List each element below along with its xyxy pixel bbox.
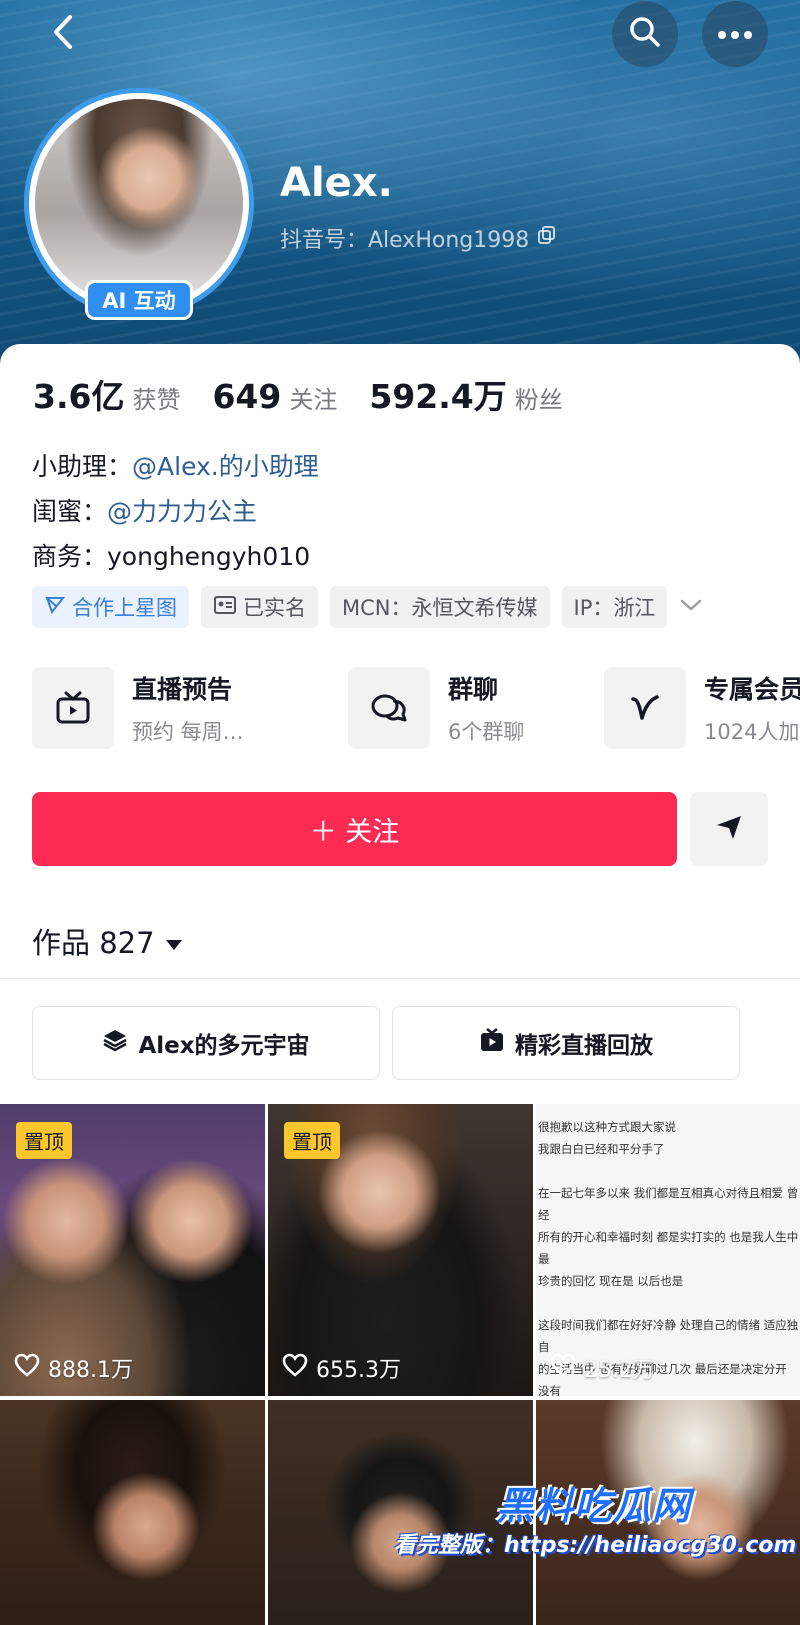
avatar-image <box>35 99 243 307</box>
chevron-left-icon <box>48 13 78 55</box>
douyin-id[interactable]: 抖音号：AlexHong1998 <box>280 222 557 254</box>
group-chat-subtitle: 6个群聊 <box>448 720 525 744</box>
share-button[interactable] <box>690 792 768 866</box>
send-arrow-icon <box>714 813 744 845</box>
pinned-badge: 置顶 <box>16 1122 72 1159</box>
id-card-icon <box>213 595 237 620</box>
video-tile[interactable]: 置顶 655.3万 <box>268 1104 533 1396</box>
stats-row: 3.6亿 获赞 649 关注 592.4万 粉丝 <box>33 370 595 418</box>
followers-count[interactable]: 592.4万 <box>369 370 506 418</box>
followers-label[interactable]: 粉丝 <box>515 380 563 415</box>
pinned-badge: 置顶 <box>284 1122 340 1159</box>
back-button[interactable] <box>30 1 96 67</box>
douyin-id-text: 抖音号：AlexHong1998 <box>280 228 530 253</box>
more-button[interactable] <box>702 1 768 67</box>
membership-feature[interactable]: 专属会员 1024人加入 <box>604 667 800 749</box>
copy-icon[interactable] <box>537 225 557 251</box>
tab-works[interactable]: 作品 827 <box>32 920 183 962</box>
following-count[interactable]: 649 <box>212 377 281 416</box>
tag-row: 合作上星图 已实名 MCN：永恒文希传媒 IP：浙江 <box>32 586 703 628</box>
business-value: yonghengyh010 <box>107 542 311 571</box>
collection-live-replay[interactable]: 精彩直播回放 <box>392 1006 740 1080</box>
chevron-down-icon[interactable] <box>679 597 703 617</box>
live-preview-feature[interactable]: 直播预告 预约 每周… <box>32 667 244 749</box>
ai-interact-badge[interactable]: AI 互动 <box>85 280 193 320</box>
bio-line-assistant: 小助理：@Alex.的小助理 <box>32 444 319 489</box>
live-replay-icon <box>479 1027 505 1059</box>
star-map-icon <box>44 594 66 621</box>
watermark-url: 看完整版：https://heiliaocg30.com <box>394 1533 797 1558</box>
heart-icon <box>282 1353 308 1383</box>
watermark: 黑料吃瓜网 看完整版：https://heiliaocg30.com <box>394 1475 800 1625</box>
video-tile[interactable]: 置顶 888.1万 <box>0 1104 265 1396</box>
more-dots-icon <box>717 25 753 44</box>
video-likes: 655.3万 <box>282 1352 401 1384</box>
works-label: 作品 827 <box>32 926 155 960</box>
business-label: 商务： <box>32 542 108 571</box>
heart-icon <box>14 1353 40 1383</box>
assistant-label: 小助理： <box>32 452 133 481</box>
live-preview-title: 直播预告 <box>132 675 233 704</box>
caret-down-icon <box>165 924 183 958</box>
heart-icon <box>550 1353 576 1383</box>
mcn-tag[interactable]: MCN：永恒文希传媒 <box>330 586 550 628</box>
search-button[interactable] <box>612 1 678 67</box>
star-map-tag[interactable]: 合作上星图 <box>32 586 189 628</box>
ip-tag: IP：浙江 <box>561 586 668 628</box>
video-likes-count: 655.3万 <box>316 1358 401 1383</box>
verified-label: 已实名 <box>243 596 306 620</box>
following-label[interactable]: 关注 <box>289 380 337 415</box>
bestie-label: 闺蜜： <box>32 497 108 526</box>
membership-v-icon <box>604 667 686 749</box>
divider <box>0 978 800 979</box>
collection-live-replay-label: 精彩直播回放 <box>515 1033 653 1059</box>
bio-line-bestie: 闺蜜：@力力力公主 <box>32 489 319 534</box>
video-tile[interactable] <box>0 1400 265 1625</box>
chat-bubble-icon <box>348 667 430 749</box>
group-chat-title: 群聊 <box>448 675 499 704</box>
bio: 小助理：@Alex.的小助理 闺蜜：@力力力公主 商务：yonghengyh01… <box>32 444 319 579</box>
membership-subtitle: 1024人加入 <box>704 720 800 744</box>
profile-name: Alex. <box>280 160 393 206</box>
collection-multiverse-label: Alex的多元宇宙 <box>138 1033 310 1059</box>
group-chat-feature[interactable]: 群聊 6个群聊 <box>348 667 524 749</box>
video-likes: 25.2万 <box>550 1352 655 1384</box>
star-map-label: 合作上星图 <box>72 596 177 620</box>
collection-multiverse[interactable]: Alex的多元宇宙 <box>32 1006 380 1080</box>
likes-count: 3.6亿 <box>33 377 125 416</box>
tv-icon <box>32 667 114 749</box>
search-icon <box>628 15 662 53</box>
bestie-link[interactable]: @力力力公主 <box>107 497 257 526</box>
video-likes-count: 888.1万 <box>48 1358 133 1383</box>
likes-label: 获赞 <box>132 386 181 414</box>
layers-icon <box>102 1028 128 1058</box>
follow-button[interactable]: ＋ 关注 <box>32 792 677 866</box>
live-preview-subtitle: 预约 每周… <box>132 720 244 744</box>
video-tile[interactable]: 很抱歉以这种方式跟大家说 我跟白白已经和平分手了 在一起七年多以来 我们都是互相… <box>536 1104 800 1396</box>
feature-row: 直播预告 预约 每周… 群聊 6个群聊 专属会员 1024人加入 <box>32 667 800 751</box>
assistant-link[interactable]: @Alex.的小助理 <box>132 452 319 481</box>
verified-tag[interactable]: 已实名 <box>201 586 318 628</box>
watermark-logo: 黑料吃瓜网 <box>496 1484 692 1528</box>
membership-title: 专属会员 <box>704 675 800 704</box>
bio-line-business: 商务：yonghengyh010 <box>32 534 319 579</box>
video-likes: 888.1万 <box>14 1352 133 1384</box>
video-likes-count: 25.2万 <box>584 1358 655 1383</box>
